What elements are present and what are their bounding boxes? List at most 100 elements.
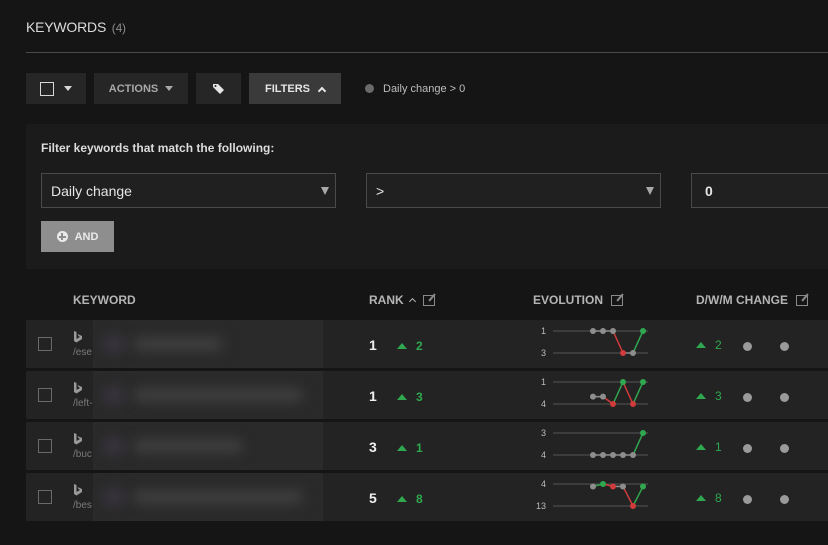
table-row[interactable]: /bes 5 8 4 13 8 [26,473,828,521]
keyword-text-redacted [93,371,323,419]
bing-icon [74,433,82,445]
column-dwm-label: D/W/M CHANGE [696,293,788,307]
spark-point [600,481,606,487]
evolution-sparkline: 4 13 [536,479,648,511]
column-keyword[interactable]: KEYWORD [73,293,136,307]
keyword-url: /buc [73,449,92,460]
caret-down-icon [64,86,72,91]
tags-icon [212,83,224,94]
weekly-change-neutral-dot [743,444,752,453]
spark-label-top: 1 [541,377,546,387]
column-keyword-label: KEYWORD [73,293,136,307]
spark-segment [622,486,634,507]
filter-field-value: Daily change [51,182,132,199]
arrow-up-icon [696,393,706,399]
column-dwm-change[interactable]: D/W/M CHANGE [696,293,808,307]
spark-segment [632,486,644,507]
bing-icon [74,382,82,394]
add-and-condition-button[interactable]: AND [41,221,114,252]
monthly-change-neutral-dot [780,495,789,504]
actions-button[interactable]: ACTIONS [94,73,188,104]
tags-button[interactable] [196,73,241,104]
row-checkbox[interactable] [38,388,52,402]
spark-point [640,483,646,490]
spark-segment [632,381,644,405]
rank-change: 3 [397,390,423,404]
column-evolution[interactable]: EVOLUTION [533,293,624,307]
spark-point [620,452,626,458]
spark-point [640,430,646,436]
edit-icon[interactable] [611,294,624,306]
rank-change-value: 1 [416,441,423,455]
spark-segment [612,330,624,354]
edit-icon[interactable] [422,294,435,306]
keyword-count: (4) [111,21,126,35]
title-text: KEYWORDS [26,19,107,35]
rank-value: 5 [369,490,377,506]
row-checkbox[interactable] [38,337,52,351]
keyword-text-redacted [93,422,323,470]
monthly-change-neutral-dot [780,342,789,351]
spark-point [620,379,626,385]
monthly-change-neutral-dot [780,393,789,402]
row-checkbox[interactable] [38,439,52,453]
spark-segment [632,330,644,354]
spark-point [610,483,616,490]
column-rank[interactable]: RANK [369,293,435,307]
spark-point [600,328,606,334]
keyword-text-redacted [93,320,323,368]
filter-field-select[interactable]: Daily change [41,173,336,208]
filters-label: FILTERS [264,82,310,95]
daily-change: 8 [696,491,722,505]
plus-circle-icon [56,231,68,242]
spark-point [610,452,616,458]
chevron-up-icon [317,86,327,95]
spark-point [590,328,596,334]
spark-point [630,401,636,407]
arrow-up-icon [696,342,706,348]
rank-value: 1 [369,337,377,353]
weekly-change-neutral-dot [743,342,752,351]
spark-point [640,379,646,385]
daily-change-value: 2 [715,338,722,352]
filters-button[interactable]: FILTERS [249,73,341,104]
spark-label-bottom: 3 [541,348,546,358]
spark-label-bottom: 13 [536,501,546,511]
spark-point [610,328,616,334]
monthly-change-neutral-dot [780,444,789,453]
row-checkbox[interactable] [38,490,52,504]
spark-label-bottom: 4 [541,450,546,460]
filter-value-input[interactable]: 0 [691,173,828,208]
active-filter-text: Daily change > 0 [383,82,466,95]
rank-value: 3 [369,439,377,455]
spark-point [590,393,596,400]
spark-label-bottom: 4 [541,399,546,409]
spark-label-top: 4 [541,479,546,489]
table-row[interactable]: /buc 3 1 34 1 [26,422,828,470]
select-all-dropdown[interactable] [26,73,86,104]
spark-point [590,452,596,458]
active-filter-chip[interactable]: Daily change > 0 [365,83,465,95]
title-divider [26,52,828,53]
spark-point [620,483,626,490]
spark-label-top: 1 [541,326,546,336]
arrow-up-icon [397,343,407,349]
arrow-up-icon [696,495,706,501]
caret-down-icon [165,86,174,91]
column-rank-label: RANK [369,293,404,307]
table-row[interactable]: /left- 1 3 14 3 [26,371,828,419]
filter-panel: Filter keywords that match the following… [26,124,828,269]
keyword-url: /ese [73,347,92,358]
table-row[interactable]: /ese 1 2 13 2 [26,320,828,368]
spark-point [640,328,646,334]
evolution-sparkline: 34 [541,428,648,460]
spark-point [600,393,606,400]
daily-change: 2 [696,338,722,352]
filter-operator-select[interactable]: > [366,173,661,208]
spark-point [630,452,636,458]
actions-label: ACTIONS [108,82,159,95]
daily-change: 1 [696,440,722,454]
edit-icon[interactable] [796,294,808,306]
daily-change: 3 [696,389,722,403]
keyword-url: /left- [73,398,93,409]
